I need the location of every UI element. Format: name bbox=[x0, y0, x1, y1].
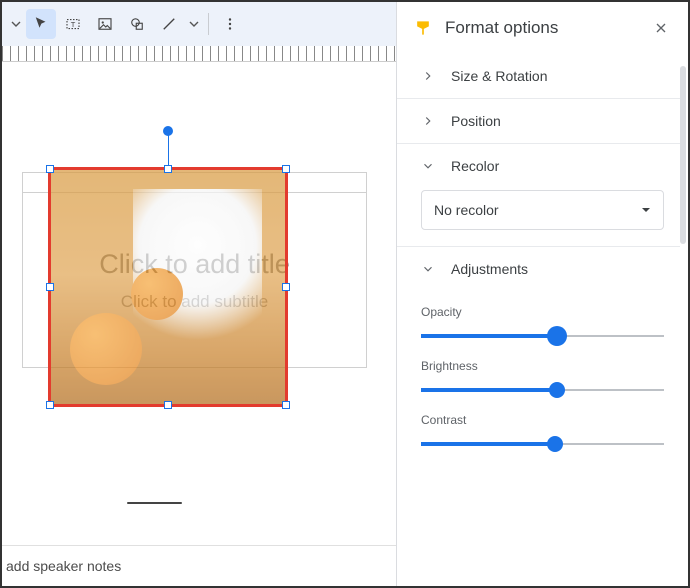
chevron-right-icon bbox=[421, 69, 435, 83]
contrast-slider[interactable] bbox=[421, 433, 664, 455]
speaker-notes[interactable]: add speaker notes bbox=[2, 545, 396, 586]
slide-canvas[interactable]: Click to add title Click to add subtitle… bbox=[2, 62, 396, 586]
toolbar-dropdown-icon[interactable] bbox=[8, 19, 24, 29]
resize-handle-tr[interactable] bbox=[282, 165, 290, 173]
opacity-slider[interactable] bbox=[421, 325, 664, 347]
resize-handle-b[interactable] bbox=[164, 401, 172, 409]
contrast-label: Contrast bbox=[421, 413, 664, 427]
rotation-stem bbox=[168, 132, 169, 166]
image-content bbox=[51, 170, 285, 404]
resize-handle-tl[interactable] bbox=[46, 165, 54, 173]
resize-handle-r[interactable] bbox=[282, 283, 290, 291]
more-tools-button[interactable] bbox=[215, 9, 245, 39]
select-tool-button[interactable] bbox=[26, 9, 56, 39]
contrast-thumb[interactable] bbox=[547, 436, 563, 452]
brightness-slider[interactable] bbox=[421, 379, 664, 401]
chevron-down-icon bbox=[421, 262, 435, 276]
line-tool-button[interactable] bbox=[154, 9, 184, 39]
slides-pager-indicator bbox=[127, 502, 182, 504]
section-label: Size & Rotation bbox=[451, 68, 548, 84]
resize-handle-bl[interactable] bbox=[46, 401, 54, 409]
opacity-label: Opacity bbox=[421, 305, 664, 319]
close-panel-button[interactable] bbox=[650, 17, 672, 39]
shape-tool-button[interactable] bbox=[122, 9, 152, 39]
panel-header: Format options bbox=[397, 2, 688, 54]
image-tool-button[interactable] bbox=[90, 9, 120, 39]
section-label: Recolor bbox=[451, 158, 499, 174]
ruler[interactable] bbox=[2, 46, 396, 62]
panel-body: Size & Rotation Position Recolor No reco… bbox=[397, 54, 688, 586]
brightness-thumb[interactable] bbox=[549, 382, 565, 398]
recolor-value: No recolor bbox=[434, 202, 499, 218]
resize-handle-l[interactable] bbox=[46, 283, 54, 291]
chevron-right-icon bbox=[421, 114, 435, 128]
rotation-handle[interactable] bbox=[163, 126, 173, 136]
line-dropdown-icon[interactable] bbox=[186, 19, 202, 29]
section-size-rotation[interactable]: Size & Rotation bbox=[397, 54, 680, 98]
svg-text:T: T bbox=[71, 20, 76, 29]
format-options-icon bbox=[413, 18, 433, 38]
section-label: Adjustments bbox=[451, 261, 528, 277]
opacity-thumb[interactable] bbox=[547, 326, 567, 346]
recolor-content: No recolor bbox=[397, 188, 680, 246]
dropdown-caret-icon bbox=[641, 205, 651, 215]
section-label: Position bbox=[451, 113, 501, 129]
recolor-select[interactable]: No recolor bbox=[421, 190, 664, 230]
panel-title: Format options bbox=[445, 18, 638, 38]
textbox-tool-button[interactable]: T bbox=[58, 9, 88, 39]
selected-image[interactable] bbox=[48, 167, 288, 407]
chevron-down-icon bbox=[421, 159, 435, 173]
toolbar-divider bbox=[208, 13, 209, 35]
resize-handle-t[interactable] bbox=[164, 165, 172, 173]
section-adjustments[interactable]: Adjustments bbox=[397, 246, 680, 291]
adjustments-content: Opacity Brightness Contrast bbox=[397, 291, 680, 471]
canvas-area: Click to add title Click to add subtitle… bbox=[2, 46, 396, 586]
panel-scrollbar[interactable] bbox=[680, 66, 686, 244]
brightness-label: Brightness bbox=[421, 359, 664, 373]
resize-handle-br[interactable] bbox=[282, 401, 290, 409]
section-position[interactable]: Position bbox=[397, 98, 680, 143]
section-recolor[interactable]: Recolor bbox=[397, 143, 680, 188]
format-options-panel: Format options Size & Rotation Position … bbox=[396, 2, 688, 586]
